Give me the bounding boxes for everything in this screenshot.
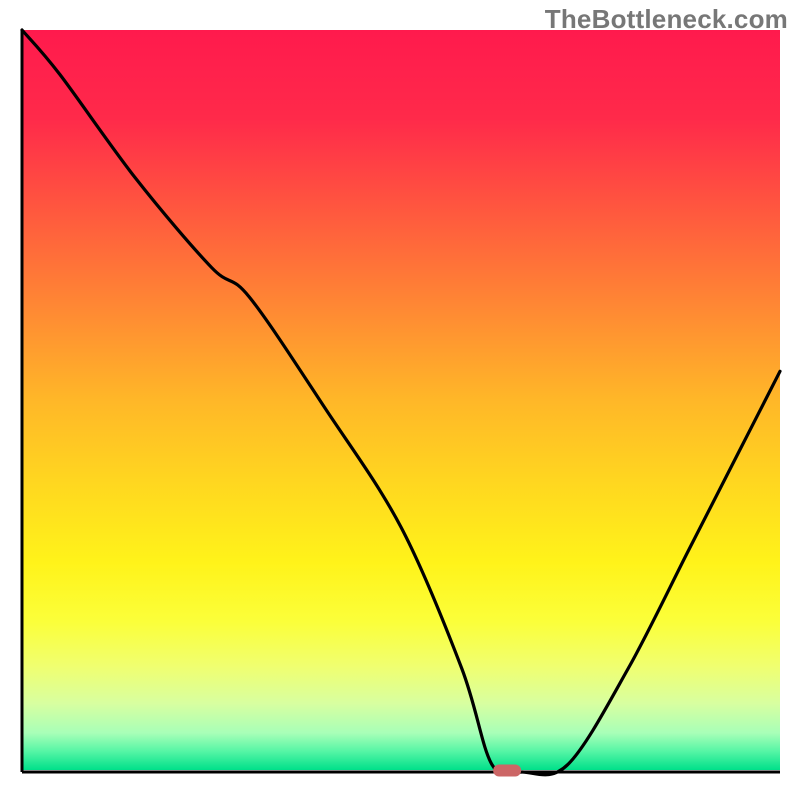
plot-area-group bbox=[22, 30, 780, 777]
optimum-marker bbox=[493, 765, 521, 777]
bottleneck-chart-svg bbox=[0, 0, 800, 800]
plot-background bbox=[22, 30, 780, 770]
chart-container: TheBottleneck.com bbox=[0, 0, 800, 800]
watermark-text: TheBottleneck.com bbox=[545, 4, 788, 35]
